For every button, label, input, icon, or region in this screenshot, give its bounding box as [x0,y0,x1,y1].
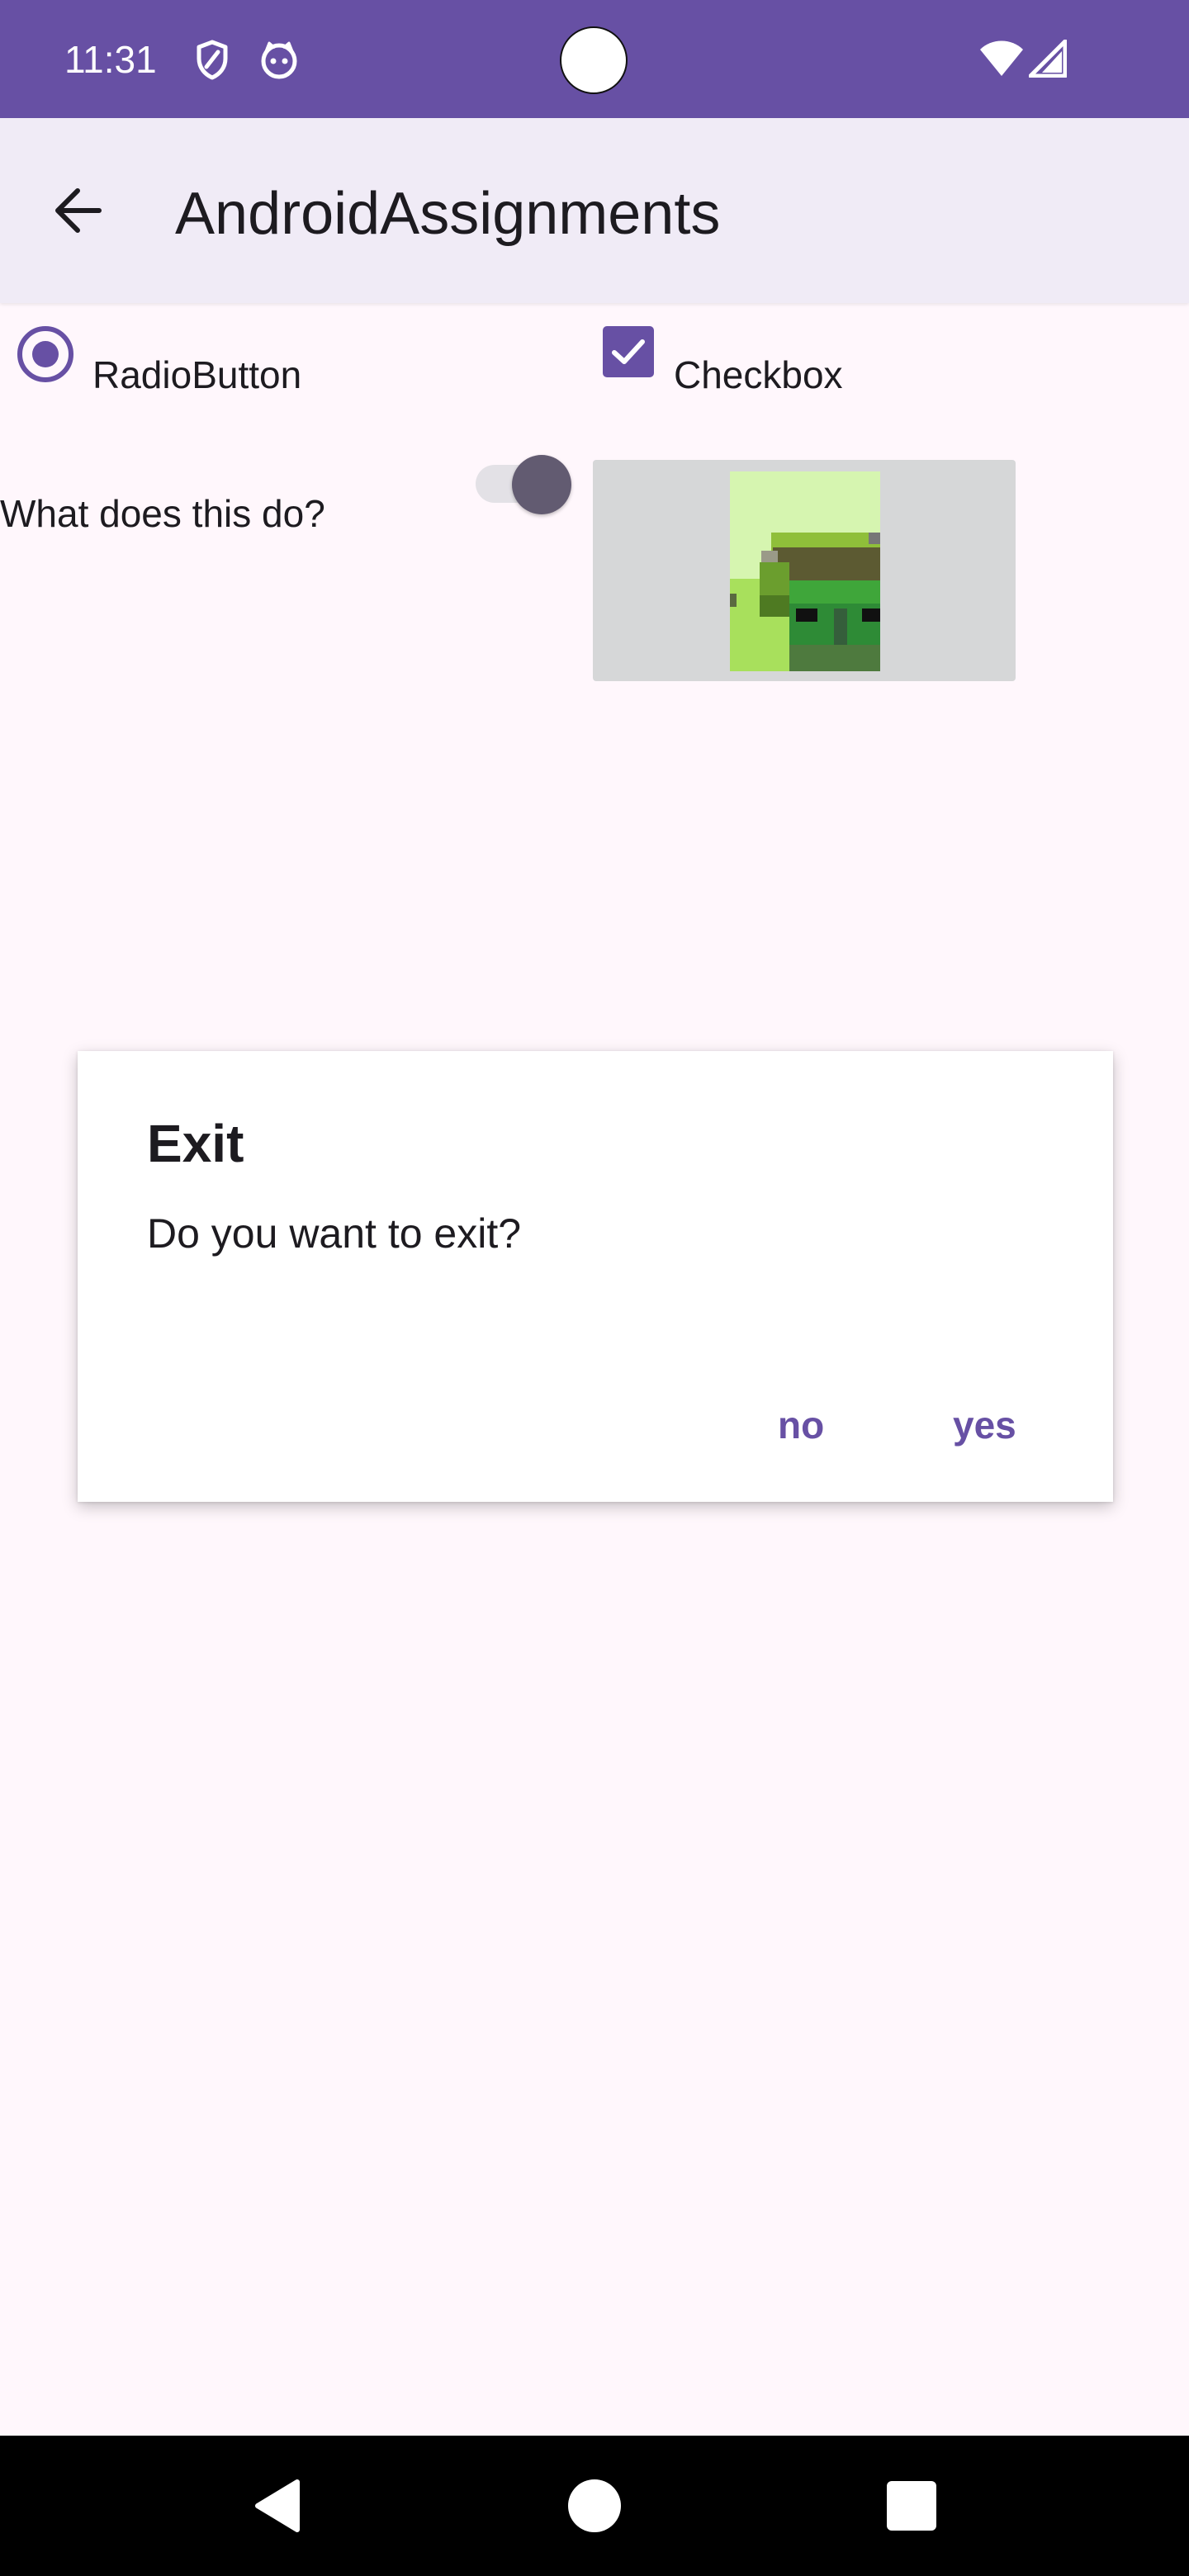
status-bar: 11:31 [0,0,1189,118]
checkbox-label[interactable]: Checkbox [674,351,843,399]
radio-button-label[interactable]: RadioButton [92,351,301,399]
no-button[interactable]: no [770,1401,832,1449]
exit-dialog: Exit Do you want to exit? no yes [78,1051,1113,1502]
yes-button[interactable]: yes [945,1401,1025,1449]
app-title: AndroidAssignments [175,181,721,247]
status-time: 11:31 [64,38,157,81]
image-view [593,460,1016,681]
radio-button[interactable] [15,324,76,385]
nav-home-icon[interactable] [557,2469,632,2543]
dialog-title: Exit [147,1114,244,1173]
camera-cutout [560,26,628,94]
cellular-signal-icon [1029,40,1067,78]
cat-face-icon [261,41,297,79]
pixel-art-character-icon [730,471,880,671]
arrow-back-icon[interactable] [41,171,121,250]
navigation-bar [0,2436,1189,2576]
app-bar: AndroidAssignments [0,118,1189,303]
switch-label: What does this do? [0,492,325,535]
shield-icon [197,40,228,80]
switch-thumb [512,455,571,514]
wifi-icon [980,40,1023,76]
nav-back-icon[interactable] [241,2469,315,2543]
toggle-switch[interactable] [474,452,573,518]
nav-recents-icon[interactable] [874,2469,949,2543]
checkbox[interactable] [601,324,656,379]
dialog-message: Do you want to exit? [147,1210,522,1257]
